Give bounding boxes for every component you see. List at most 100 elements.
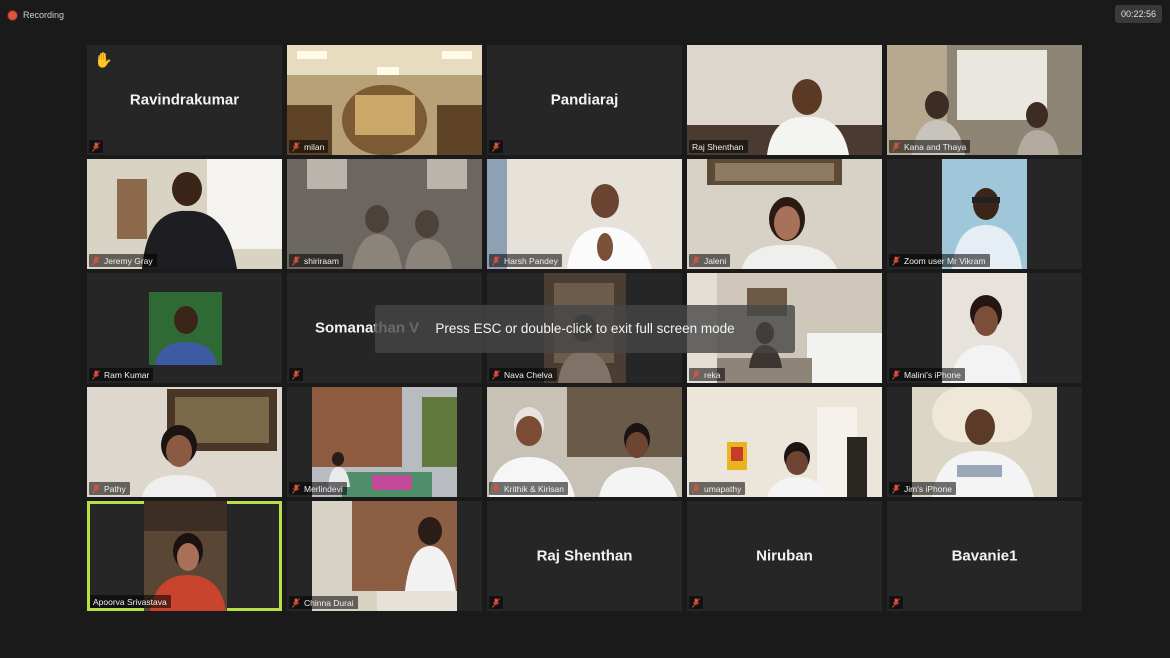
- participant-label: Jaleni: [689, 254, 731, 267]
- participant-label: Malini's iPhone: [889, 368, 965, 381]
- muted-mic-icon: [492, 597, 500, 608]
- muted-mic-icon: [292, 255, 300, 266]
- muted-mic-icon: [292, 597, 300, 608]
- participant-name: Jeremy Gray: [104, 255, 153, 266]
- participant-video: [487, 159, 682, 269]
- participant-tile[interactable]: Merlindevi: [287, 387, 482, 497]
- recording-dot-icon: [8, 10, 17, 20]
- participant-tile[interactable]: Raj Shenthan: [487, 501, 682, 611]
- muted-mic-icon: [692, 369, 700, 380]
- participant-label: Zoom user Mr Vikram: [889, 254, 990, 267]
- participant-label: Harsh Pandey: [489, 254, 562, 267]
- participant-name: Jaleni: [704, 255, 727, 266]
- participant-name: Bavanie1: [951, 547, 1018, 565]
- participant-video: [887, 45, 1082, 155]
- participant-name: shiriraam: [304, 255, 339, 266]
- participant-label: Merlindevi: [289, 482, 347, 495]
- muted-mic-icon: [892, 369, 900, 380]
- participant-name: Merlindevi: [304, 483, 343, 494]
- muted-mic-icon: [892, 255, 900, 266]
- participant-tile[interactable]: umapathy: [687, 387, 882, 497]
- muted-mic-icon: [492, 483, 500, 494]
- participant-label: [489, 140, 503, 153]
- participant-video: [87, 159, 282, 269]
- muted-mic-icon: [292, 141, 300, 152]
- participant-label: Raj Shenthan: [689, 140, 748, 153]
- participant-name: Apoorva Srivastava: [93, 596, 167, 607]
- participant-tile[interactable]: shiriraam: [287, 159, 482, 269]
- participant-name: milan: [304, 141, 325, 152]
- muted-mic-icon: [492, 141, 500, 152]
- participant-label: shiriraam: [289, 254, 343, 267]
- participant-tile[interactable]: Raj Shenthan: [687, 45, 882, 155]
- participant-tile[interactable]: Harsh Pandey: [487, 159, 682, 269]
- muted-mic-icon: [292, 483, 300, 494]
- participant-label: umapathy: [689, 482, 746, 495]
- participant-name: Nava Chelva: [504, 369, 553, 380]
- muted-mic-icon: [92, 483, 100, 494]
- participant-label: [889, 596, 903, 609]
- raised-hand-icon: ✋: [94, 52, 113, 69]
- participant-tile[interactable]: Malini's iPhone: [887, 273, 1082, 383]
- muted-mic-icon: [892, 483, 900, 494]
- participant-tile-active-speaker[interactable]: Apoorva Srivastava: [87, 501, 282, 611]
- participant-tile[interactable]: Niruban: [687, 501, 882, 611]
- participant-label: Chinna Durai: [289, 596, 358, 609]
- participant-name: Kana and Thaya: [904, 141, 967, 152]
- participant-name: Raj Shenthan: [692, 141, 744, 152]
- muted-mic-icon: [492, 255, 500, 266]
- participant-label: Jeremy Gray: [89, 254, 157, 267]
- muted-mic-icon: [692, 597, 700, 608]
- muted-mic-icon: [692, 483, 700, 494]
- participant-name: Pathy: [104, 483, 126, 494]
- participant-label: Jim's iPhone: [889, 482, 956, 495]
- participant-video: [487, 387, 682, 497]
- participant-name: Jim's iPhone: [904, 483, 952, 494]
- participant-name: Ram Kumar: [104, 369, 150, 380]
- muted-mic-icon: [292, 369, 300, 380]
- muted-mic-icon: [492, 369, 500, 380]
- participant-video: [687, 159, 882, 269]
- participant-tile[interactable]: Jaleni: [687, 159, 882, 269]
- meeting-timer: 00:22:56: [1114, 5, 1162, 23]
- participant-label: milan: [289, 140, 329, 153]
- participant-tile[interactable]: Pathy: [87, 387, 282, 497]
- participant-tile[interactable]: Bavanie1: [887, 501, 1082, 611]
- participant-name: umapathy: [704, 483, 742, 494]
- fullscreen-exit-toast: Press ESC or double-click to exit full s…: [375, 305, 795, 353]
- muted-mic-icon: [692, 255, 700, 266]
- participant-video: [287, 45, 482, 155]
- participant-label: reka: [689, 368, 725, 381]
- participant-tile[interactable]: Chinna Durai: [287, 501, 482, 611]
- participant-tile[interactable]: Ram Kumar: [87, 273, 282, 383]
- participant-tile[interactable]: Zoom user Mr Vikram: [887, 159, 1082, 269]
- participant-name: Raj Shenthan: [536, 547, 633, 565]
- muted-mic-icon: [892, 141, 900, 152]
- participant-tile[interactable]: Pandiaraj: [487, 45, 682, 155]
- muted-mic-icon: [92, 255, 100, 266]
- participant-video: [87, 387, 282, 497]
- participant-tile[interactable]: Krithik & Kirisan: [487, 387, 682, 497]
- participant-tile[interactable]: Jeremy Gray: [87, 159, 282, 269]
- participant-name: Niruban: [756, 547, 813, 565]
- participant-name: Malini's iPhone: [904, 369, 961, 380]
- participant-video: [287, 159, 482, 269]
- participant-label: Krithik & Kirisan: [489, 482, 568, 495]
- participant-name: Zoom user Mr Vikram: [904, 255, 986, 266]
- participant-tile[interactable]: Jim's iPhone: [887, 387, 1082, 497]
- muted-mic-icon: [892, 597, 900, 608]
- participant-video: [312, 387, 457, 497]
- participant-label: Apoorva Srivastava: [90, 595, 171, 608]
- participant-tile[interactable]: milan: [287, 45, 482, 155]
- participant-video: [912, 387, 1057, 497]
- participant-tile[interactable]: ✋ Ravindrakumar: [87, 45, 282, 155]
- participant-name: Ravindrakumar: [129, 91, 240, 109]
- participant-label: [89, 140, 103, 153]
- recording-indicator: Recording: [8, 8, 64, 22]
- participant-video: [149, 292, 222, 365]
- participant-label: [489, 596, 503, 609]
- recording-label: Recording: [23, 10, 65, 20]
- participant-tile[interactable]: Kana and Thaya: [887, 45, 1082, 155]
- participant-name: Harsh Pandey: [504, 255, 558, 266]
- participant-label: Kana and Thaya: [889, 140, 971, 153]
